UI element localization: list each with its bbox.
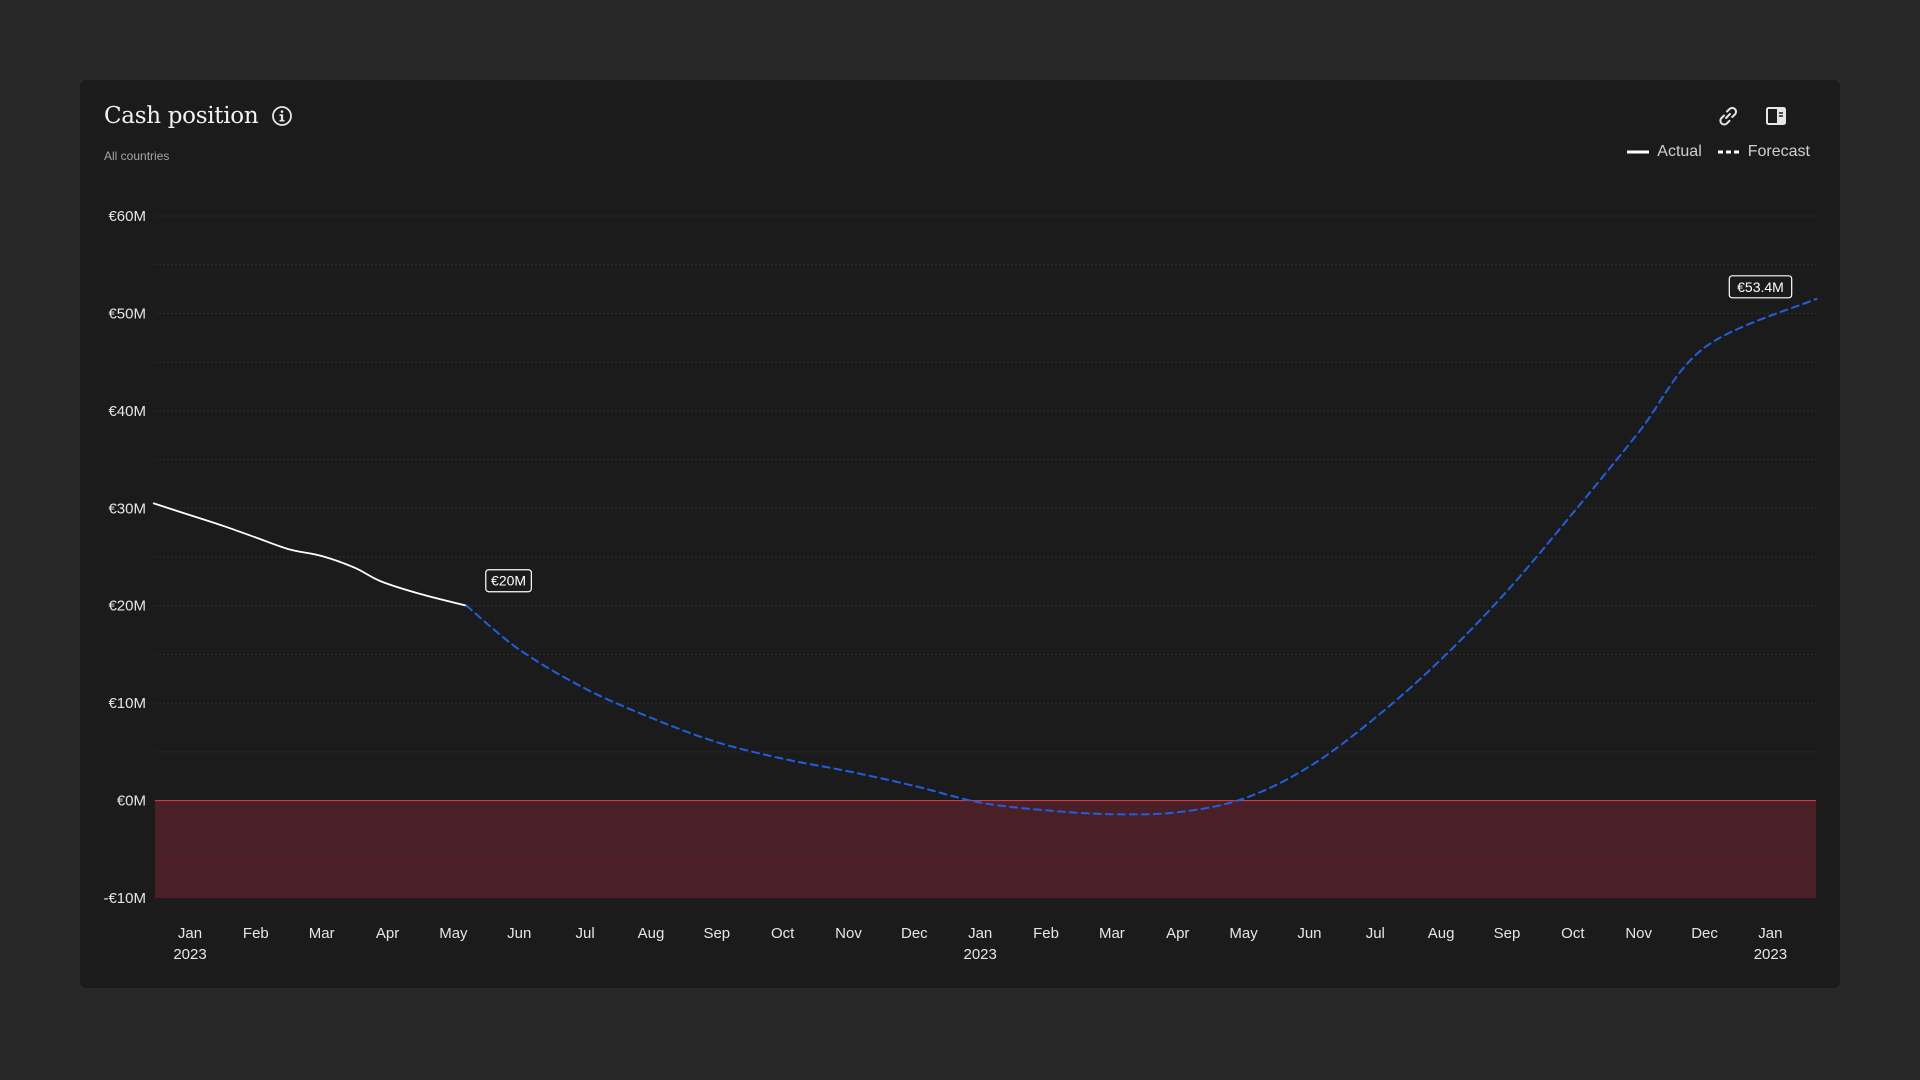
y-tick-label: €60M xyxy=(108,208,146,225)
y-tick-label: €50M xyxy=(108,305,146,322)
series-line-actual xyxy=(152,502,468,607)
x-tick-label: Jun xyxy=(507,925,531,942)
x-tick-year-label: 2023 xyxy=(964,946,997,963)
x-tick-label: Aug xyxy=(638,925,665,942)
x-tick-label: Feb xyxy=(1033,925,1059,942)
x-tick-label: Jan xyxy=(178,925,202,942)
x-tick-label: May xyxy=(439,925,468,942)
y-tick-label: €20M xyxy=(108,598,146,615)
y-tick-label: €10M xyxy=(108,695,146,712)
y-tick-label: €40M xyxy=(108,403,146,420)
series-line-forecast xyxy=(465,297,1818,816)
x-tick-year-label: 2023 xyxy=(173,946,206,963)
x-tick-label: Jun xyxy=(1297,925,1321,942)
x-tick-label: Mar xyxy=(1099,925,1125,942)
x-tick-label: Dec xyxy=(1691,925,1718,942)
x-tick-label: Sep xyxy=(703,925,730,942)
x-tick-label: Dec xyxy=(901,925,928,942)
x-tick-label: Jan xyxy=(968,925,992,942)
x-tick-label: Jul xyxy=(576,925,595,942)
x-tick-label: Jul xyxy=(1366,925,1385,942)
y-tick-label: €30M xyxy=(108,500,146,517)
cash-position-chart: €60M €50M €40M €30M €20M €10M €0M -€10M Jan 2023 F… xyxy=(103,208,1818,963)
x-tick-label: Jan xyxy=(1758,925,1782,942)
callout-label: €20M xyxy=(491,573,526,589)
x-tick-label: May xyxy=(1229,925,1258,942)
x-tick-label: Oct xyxy=(1561,925,1585,942)
x-tick-label: Sep xyxy=(1494,925,1521,942)
x-tick-label: Aug xyxy=(1428,925,1455,942)
x-tick-label: Apr xyxy=(1166,925,1189,942)
x-tick-label: Mar xyxy=(309,925,335,942)
x-tick-label: Apr xyxy=(376,925,399,942)
x-tick-label: Nov xyxy=(1625,925,1652,942)
x-tick-label: Feb xyxy=(243,925,269,942)
callout-label: €53.4M xyxy=(1737,279,1784,295)
x-tick-label: Nov xyxy=(835,925,862,942)
x-tick-year-label: 2023 xyxy=(1754,946,1787,963)
y-tick-label: €0M xyxy=(117,793,146,810)
x-tick-label: Oct xyxy=(771,925,795,942)
y-tick-label: -€10M xyxy=(103,890,146,907)
